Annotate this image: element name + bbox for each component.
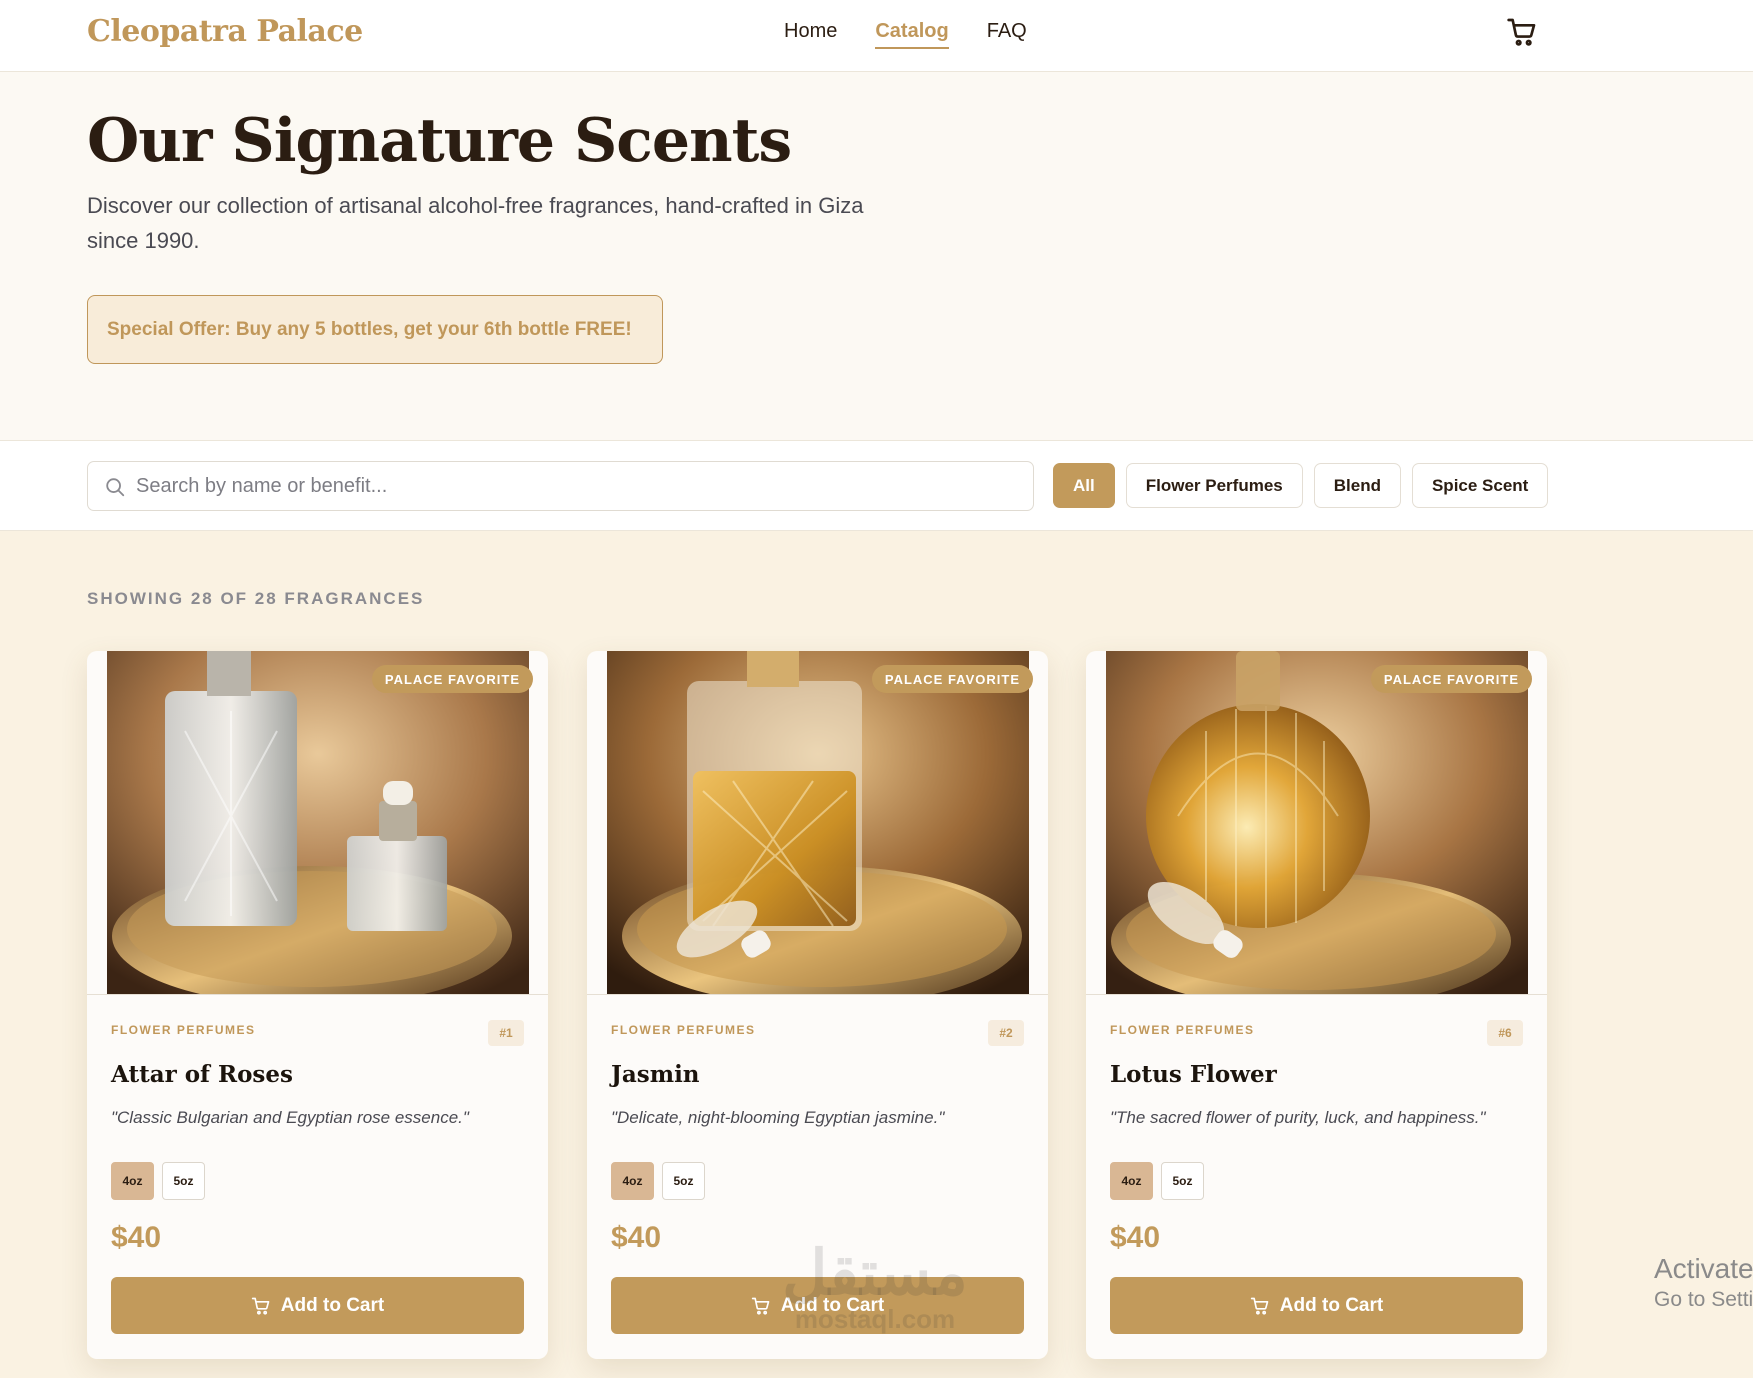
product-name[interactable]: Attar of Roses (111, 1061, 293, 1088)
size-options: 4oz 5oz (611, 1162, 705, 1200)
shopping-cart-icon (1507, 18, 1536, 46)
nav-home-link[interactable]: Home (784, 20, 837, 49)
nav-faq-link[interactable]: FAQ (987, 20, 1027, 49)
size-5oz-button[interactable]: 5oz (162, 1162, 205, 1200)
product-tagline: "Delicate, night-blooming Egyptian jasmi… (611, 1108, 945, 1127)
product-category: FLOWER PERFUMES (1110, 1023, 1255, 1037)
product-price: $40 (1110, 1221, 1161, 1254)
add-to-cart-button[interactable]: Add to Cart (611, 1277, 1024, 1334)
product-number-badge: #1 (488, 1020, 524, 1046)
perfume-bottle-image (607, 651, 1029, 994)
size-options: 4oz 5oz (1110, 1162, 1204, 1200)
cart-icon (251, 1297, 270, 1315)
product-price: $40 (611, 1221, 662, 1254)
product-card[interactable]: PALACE FAVORITE FLOWER PERFUMES #2 Jasmi… (587, 651, 1048, 1359)
product-number-badge: #6 (1487, 1020, 1523, 1046)
size-5oz-button[interactable]: 5oz (1161, 1162, 1204, 1200)
hero-section: Our Signature Scents Discover our collec… (0, 72, 1753, 441)
add-to-cart-label: Add to Cart (1279, 1294, 1384, 1316)
catalog-section: SHOWING 28 OF 28 FRAGRANCES PALACE FAVOR… (0, 531, 1753, 1378)
search-input[interactable] (136, 462, 1016, 510)
palace-favorite-badge: PALACE FAVORITE (371, 665, 533, 693)
product-image[interactable] (1106, 651, 1528, 994)
filter-spice-scent-button[interactable]: Spice Scent (1411, 463, 1549, 508)
main-nav: Home Catalog FAQ (784, 20, 1027, 49)
category-filters: All Flower Perfumes Blend Spice Scent (1053, 463, 1549, 508)
add-to-cart-button[interactable]: Add to Cart (1110, 1277, 1523, 1334)
results-count: SHOWING 28 OF 28 FRAGRANCES (87, 589, 425, 608)
add-to-cart-label: Add to Cart (280, 1294, 385, 1316)
search-icon (106, 478, 125, 497)
product-category: FLOWER PERFUMES (111, 1023, 256, 1037)
product-category: FLOWER PERFUMES (611, 1023, 756, 1037)
special-offer-banner: Special Offer: Buy any 5 bottles, get yo… (87, 295, 663, 364)
size-options: 4oz 5oz (111, 1162, 205, 1200)
product-tagline: "Classic Bulgarian and Egyptian rose ess… (111, 1108, 469, 1127)
filter-flower-perfumes-button[interactable]: Flower Perfumes (1125, 463, 1303, 508)
filter-bar: All Flower Perfumes Blend Spice Scent (0, 441, 1753, 531)
product-image[interactable] (607, 651, 1029, 994)
size-4oz-button[interactable]: 4oz (611, 1162, 654, 1200)
site-header: Cleopatra Palace Home Catalog FAQ (0, 0, 1753, 72)
hero-description: Discover our collection of artisanal alc… (87, 193, 864, 253)
cart-button[interactable] (1506, 16, 1538, 48)
product-name[interactable]: Jasmin (611, 1061, 700, 1088)
add-to-cart-button[interactable]: Add to Cart (111, 1277, 524, 1334)
image-divider (1086, 994, 1547, 995)
palace-favorite-badge: PALACE FAVORITE (1370, 665, 1532, 693)
cart-icon (751, 1297, 770, 1315)
filter-blend-button[interactable]: Blend (1313, 463, 1401, 508)
product-tagline: "The sacred flower of purity, luck, and … (1110, 1108, 1486, 1127)
page-title: Our Signature Scents (87, 106, 792, 176)
brand-logo[interactable]: Cleopatra Palace (87, 14, 363, 49)
filter-all-button[interactable]: All (1053, 463, 1115, 508)
perfume-bottle-image (1106, 651, 1528, 994)
product-card[interactable]: PALACE FAVORITE FLOWER PERFUMES #6 Lotus… (1086, 651, 1547, 1359)
product-price: $40 (111, 1221, 162, 1254)
nav-catalog-link[interactable]: Catalog (875, 20, 949, 49)
size-5oz-button[interactable]: 5oz (662, 1162, 705, 1200)
os-activation-subtitle: Go to Setti (1654, 1288, 1753, 1311)
size-4oz-button[interactable]: 4oz (1110, 1162, 1153, 1200)
image-divider (587, 994, 1048, 995)
search-box (87, 461, 1034, 511)
product-number-badge: #2 (988, 1020, 1024, 1046)
size-4oz-button[interactable]: 4oz (111, 1162, 154, 1200)
add-to-cart-label: Add to Cart (780, 1294, 885, 1316)
perfume-bottle-image (107, 651, 529, 994)
product-name[interactable]: Lotus Flower (1110, 1061, 1277, 1088)
product-card[interactable]: PALACE FAVORITE FLOWER PERFUMES #1 Attar… (87, 651, 548, 1359)
os-activation-title: Activate (1654, 1253, 1753, 1284)
product-image[interactable] (107, 651, 529, 994)
cart-icon (1250, 1297, 1269, 1315)
palace-favorite-badge: PALACE FAVORITE (871, 665, 1033, 693)
image-divider (87, 994, 548, 995)
os-activation-notice: Activate Go to Setti (1654, 1252, 1753, 1314)
